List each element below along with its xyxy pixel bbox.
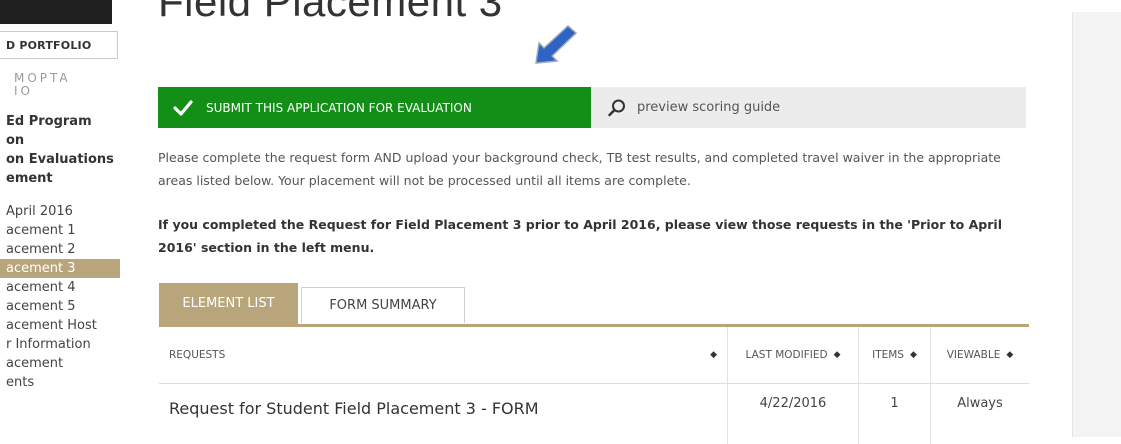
sort-arrows-icon[interactable]: ◆ [834, 350, 841, 360]
preview-label: preview scoring guide [637, 100, 781, 115]
prior-requests-note: If you completed the Request for Field P… [158, 217, 1002, 255]
items-cell: 1 [859, 384, 931, 444]
magnifier-icon [608, 99, 625, 116]
requests-table: REQUESTS ◆ LAST MODIFIED ◆ ITEMS ◆ VIEWA… [159, 327, 1029, 444]
column-header-last-modified[interactable]: LAST MODIFIED ◆ [728, 327, 859, 383]
sidebar-item-ents[interactable]: ents [0, 373, 120, 392]
header-label: VIEWABLE [946, 349, 1001, 361]
sidebar-item-prior-april-2016[interactable]: April 2016 [0, 202, 120, 221]
table-header: REQUESTS ◆ LAST MODIFIED ◆ ITEMS ◆ VIEWA… [159, 327, 1029, 384]
sidebar-item-placement-2[interactable]: acement 2 [0, 240, 120, 259]
sidebar-item-placement-5[interactable]: acement 5 [0, 297, 120, 316]
cursor-arrow-icon [535, 24, 578, 64]
header-label: LAST MODIFIED [745, 349, 828, 361]
sidebar-item-placement[interactable]: ement [0, 169, 120, 188]
sidebar-logo [0, 0, 112, 24]
sidebar-item-information[interactable]: r Information [0, 335, 120, 354]
column-header-items[interactable]: ITEMS ◆ [859, 327, 931, 383]
last-modified-cell: 4/22/2016 [728, 384, 859, 444]
header-label: REQUESTS [169, 349, 226, 361]
request-name-cell[interactable]: Request for Student Field Placement 3 - … [159, 384, 728, 444]
sidebar-item-placement-other[interactable]: acement [0, 354, 120, 373]
sidebar-item-placement-1[interactable]: acement 1 [0, 221, 120, 240]
viewable-cell: Always [957, 396, 1003, 411]
header-label: ITEMS [872, 349, 904, 361]
sidebar-menu: Ed Program on on Evaluations ement April… [0, 112, 120, 392]
preview-scoring-guide-button[interactable]: preview scoring guide [591, 87, 1026, 128]
sidebar-heading: MOPTA IO [14, 72, 71, 98]
sidebar-heading-line1: MOPTA [14, 71, 71, 85]
tab-element-list[interactable]: ELEMENT LIST [159, 283, 298, 325]
column-header-requests[interactable]: REQUESTS ◆ [159, 327, 728, 383]
tab-form-summary[interactable]: FORM SUMMARY [301, 287, 465, 323]
sidebar-gap [0, 188, 120, 202]
sidebar-item-placement-host[interactable]: acement Host [0, 316, 120, 335]
submit-application-button[interactable]: SUBMIT THIS APPLICATION FOR EVALUATION [158, 87, 591, 128]
instructions-text: Please complete the request form AND upl… [158, 150, 1001, 188]
checkmark-icon [173, 99, 193, 116]
submit-label: SUBMIT THIS APPLICATION FOR EVALUATION [206, 100, 472, 115]
sort-arrows-icon[interactable]: ◆ [1006, 350, 1013, 360]
sidebar-item-placement-3[interactable]: acement 3 [0, 259, 120, 278]
sort-arrows-icon[interactable]: ◆ [710, 350, 717, 360]
left-sidebar: D PORTFOLIO MOPTA IO Ed Program on on Ev… [0, 0, 125, 437]
sidebar-item-ed-program[interactable]: Ed Program [0, 112, 120, 131]
portfolio-button[interactable]: D PORTFOLIO [0, 31, 118, 59]
sort-arrows-icon[interactable]: ◆ [910, 350, 917, 360]
sidebar-item-placement-4[interactable]: acement 4 [0, 278, 120, 297]
sidebar-item-evaluations[interactable]: on Evaluations [0, 150, 120, 169]
sidebar-item-on[interactable]: on [0, 131, 120, 150]
sidebar-heading-line2: IO [14, 84, 33, 98]
right-scroll-area[interactable] [1072, 12, 1121, 437]
column-header-viewable[interactable]: VIEWABLE ◆ [931, 327, 1029, 383]
table-row[interactable]: Request for Student Field Placement 3 - … [159, 384, 1029, 444]
page-title: Field Placement 3 [158, 0, 503, 25]
